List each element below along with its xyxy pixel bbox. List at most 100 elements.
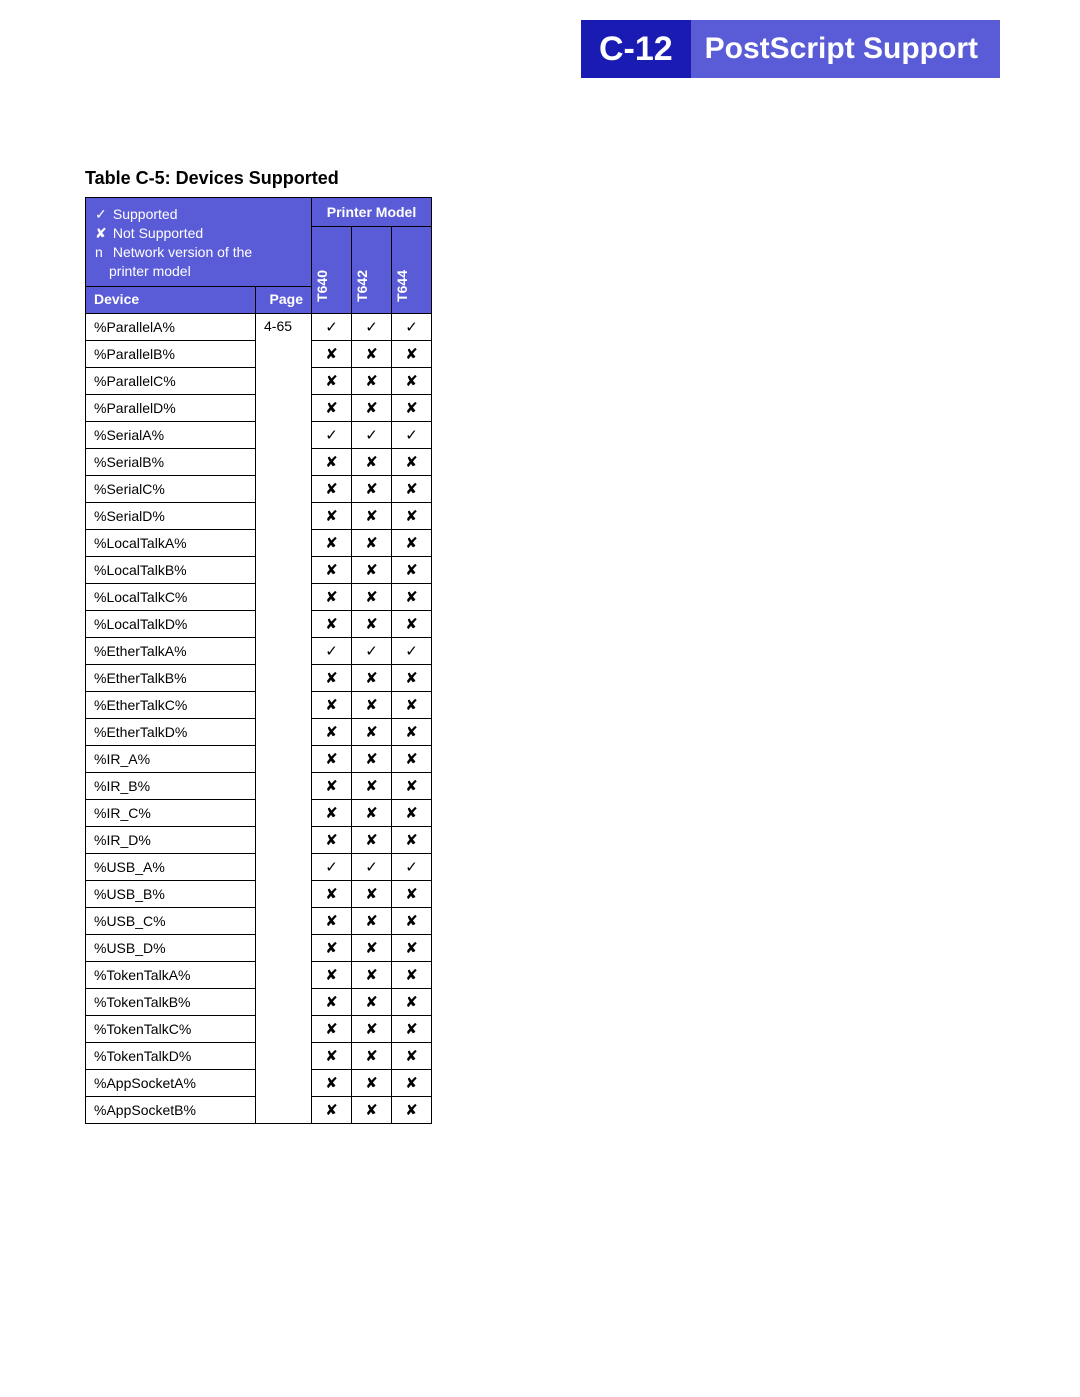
cross-icon: ✘ bbox=[392, 718, 432, 745]
cross-icon: ✘ bbox=[352, 583, 392, 610]
cross-icon: ✘ bbox=[312, 691, 352, 718]
device-name: %LocalTalkC% bbox=[86, 583, 256, 610]
cross-icon: ✘ bbox=[392, 1015, 432, 1042]
device-name: %LocalTalkD% bbox=[86, 610, 256, 637]
cross-icon: ✘ bbox=[392, 502, 432, 529]
cross-icon: ✘ bbox=[312, 556, 352, 583]
device-name: %LocalTalkA% bbox=[86, 529, 256, 556]
check-icon: ✓ bbox=[392, 637, 432, 664]
cross-icon: ✘ bbox=[352, 394, 392, 421]
model-header-t640: T640 bbox=[312, 227, 352, 314]
device-name: %TokenTalkD% bbox=[86, 1042, 256, 1069]
cross-icon: ✘ bbox=[352, 529, 392, 556]
device-name: %SerialC% bbox=[86, 475, 256, 502]
cross-icon: ✘ bbox=[352, 826, 392, 853]
cross-icon: ✘ bbox=[352, 718, 392, 745]
cross-icon: ✘ bbox=[312, 1042, 352, 1069]
cross-icon: ✘ bbox=[312, 907, 352, 934]
cross-icon: ✘ bbox=[392, 1069, 432, 1096]
cross-icon: ✘ bbox=[312, 664, 352, 691]
device-name: %TokenTalkA% bbox=[86, 961, 256, 988]
cross-icon: ✘ bbox=[352, 799, 392, 826]
device-name: %ParallelD% bbox=[86, 394, 256, 421]
model-header-t644: T644 bbox=[392, 227, 432, 314]
cross-icon: ✘ bbox=[392, 475, 432, 502]
cross-icon: ✘ bbox=[392, 448, 432, 475]
legend-cell: ✓ Supported ✘ Not Supported n Network ve… bbox=[86, 198, 312, 287]
cross-icon: ✘ bbox=[352, 880, 392, 907]
cross-icon: ✘ bbox=[392, 340, 432, 367]
device-name: %EtherTalkD% bbox=[86, 718, 256, 745]
device-name: %SerialD% bbox=[86, 502, 256, 529]
cross-icon: ✘ bbox=[352, 988, 392, 1015]
cross-icon: ✘ bbox=[352, 502, 392, 529]
cross-icon: ✘ bbox=[312, 475, 352, 502]
check-icon: ✓ bbox=[95, 205, 109, 224]
check-icon: ✓ bbox=[352, 853, 392, 880]
cross-icon: ✘ bbox=[392, 934, 432, 961]
cross-icon: ✘ bbox=[312, 1069, 352, 1096]
content-area: Table C-5: Devices Supported ✓ Supported… bbox=[0, 78, 1080, 1124]
device-name: %ParallelC% bbox=[86, 367, 256, 394]
cross-icon: ✘ bbox=[392, 799, 432, 826]
cross-icon: ✘ bbox=[352, 664, 392, 691]
cross-icon: ✘ bbox=[312, 961, 352, 988]
device-name: %USB_A% bbox=[86, 853, 256, 880]
cross-icon: ✘ bbox=[95, 224, 109, 243]
legend-supported-label: Supported bbox=[113, 206, 178, 222]
device-name: %TokenTalkB% bbox=[86, 988, 256, 1015]
cross-icon: ✘ bbox=[312, 772, 352, 799]
device-name: %EtherTalkB% bbox=[86, 664, 256, 691]
cross-icon: ✘ bbox=[312, 340, 352, 367]
cross-icon: ✘ bbox=[352, 448, 392, 475]
cross-icon: ✘ bbox=[312, 448, 352, 475]
n-symbol: n bbox=[95, 243, 109, 262]
check-icon: ✓ bbox=[312, 421, 352, 448]
cross-icon: ✘ bbox=[352, 1069, 392, 1096]
table-title: Table C-5: Devices Supported bbox=[85, 168, 1080, 189]
device-name: %IR_D% bbox=[86, 826, 256, 853]
cross-icon: ✘ bbox=[392, 745, 432, 772]
cross-icon: ✘ bbox=[392, 556, 432, 583]
check-icon: ✓ bbox=[392, 853, 432, 880]
legend-network-line2: printer model bbox=[95, 262, 302, 281]
cross-icon: ✘ bbox=[312, 529, 352, 556]
cross-icon: ✘ bbox=[312, 934, 352, 961]
cross-icon: ✘ bbox=[352, 1042, 392, 1069]
cross-icon: ✘ bbox=[352, 772, 392, 799]
cross-icon: ✘ bbox=[392, 826, 432, 853]
cross-icon: ✘ bbox=[392, 583, 432, 610]
cross-icon: ✘ bbox=[392, 691, 432, 718]
table-row: %ParallelA%4-65✓✓✓ bbox=[86, 313, 432, 340]
cross-icon: ✘ bbox=[312, 394, 352, 421]
cross-icon: ✘ bbox=[392, 1042, 432, 1069]
cross-icon: ✘ bbox=[352, 934, 392, 961]
legend-not-supported-label: Not Supported bbox=[113, 225, 203, 241]
section-code: C-12 bbox=[581, 20, 691, 78]
printer-model-header: Printer Model bbox=[312, 198, 432, 227]
cross-icon: ✘ bbox=[392, 988, 432, 1015]
cross-icon: ✘ bbox=[352, 610, 392, 637]
cross-icon: ✘ bbox=[392, 664, 432, 691]
device-name: %AppSocketB% bbox=[86, 1096, 256, 1123]
check-icon: ✓ bbox=[352, 313, 392, 340]
check-icon: ✓ bbox=[312, 853, 352, 880]
device-name: %SerialA% bbox=[86, 421, 256, 448]
section-title: PostScript Support bbox=[691, 20, 1000, 78]
page-reference: 4-65 bbox=[256, 313, 312, 1123]
cross-icon: ✘ bbox=[352, 1096, 392, 1123]
check-icon: ✓ bbox=[392, 313, 432, 340]
check-icon: ✓ bbox=[352, 421, 392, 448]
cross-icon: ✘ bbox=[312, 988, 352, 1015]
cross-icon: ✘ bbox=[392, 529, 432, 556]
device-name: %IR_C% bbox=[86, 799, 256, 826]
model-header-t642: T642 bbox=[352, 227, 392, 314]
cross-icon: ✘ bbox=[392, 1096, 432, 1123]
cross-icon: ✘ bbox=[312, 799, 352, 826]
check-icon: ✓ bbox=[312, 637, 352, 664]
device-name: %USB_C% bbox=[86, 907, 256, 934]
cross-icon: ✘ bbox=[392, 772, 432, 799]
cross-icon: ✘ bbox=[312, 718, 352, 745]
device-name: %SerialB% bbox=[86, 448, 256, 475]
cross-icon: ✘ bbox=[392, 961, 432, 988]
